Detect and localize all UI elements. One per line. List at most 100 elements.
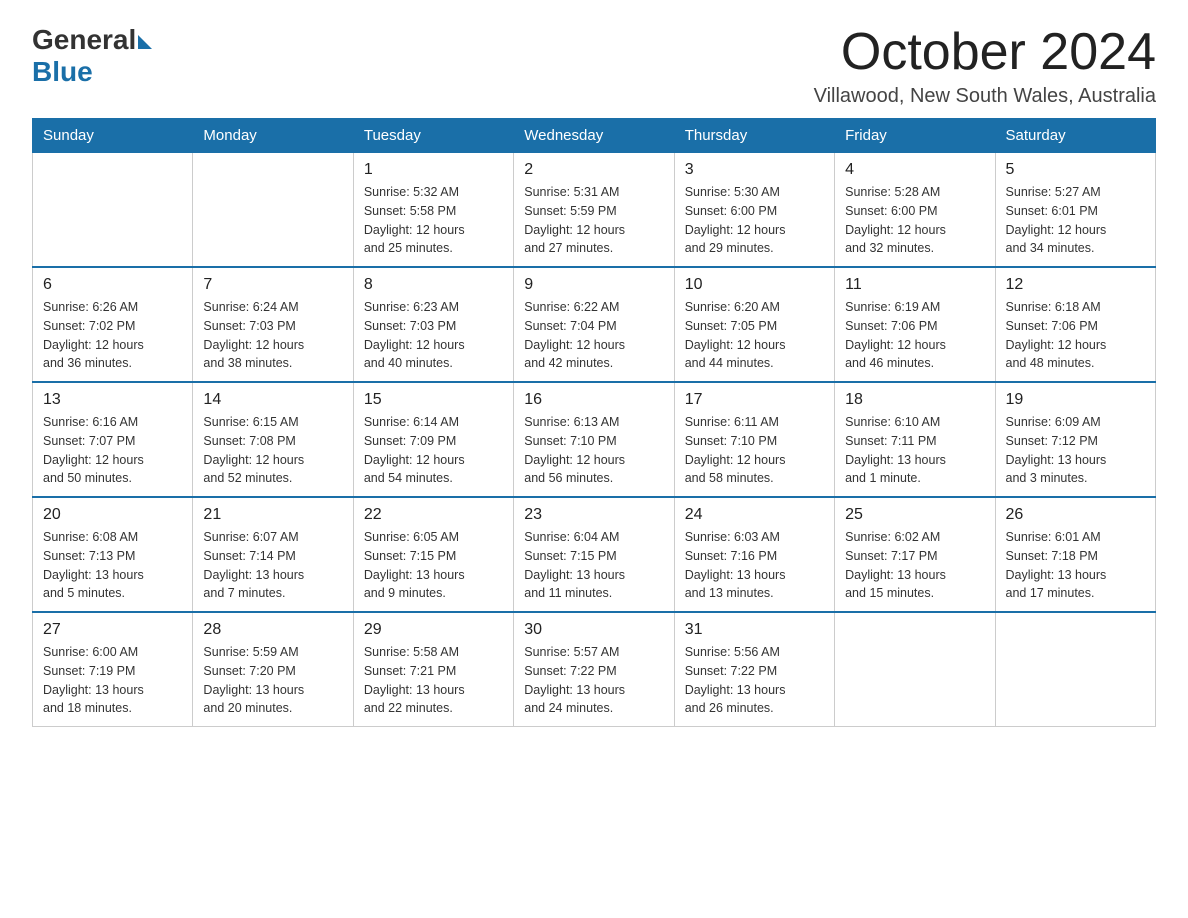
day-number: 19	[1006, 391, 1145, 409]
day-cell: 22 Sunrise: 6:05 AM Sunset: 7:15 PM Dayli…	[353, 497, 513, 612]
day-cell: 1Sunrise: 5:32 AM Sunset: 5:58 PM Daylig…	[353, 153, 513, 268]
day-number: 27	[43, 621, 182, 639]
day-number: 30	[524, 621, 663, 639]
day-cell: 20 Sunrise: 6:08 AM Sunset: 7:13 PM Dayli…	[33, 497, 193, 612]
day-number: 9	[524, 276, 663, 294]
day-info: Sunrise: 6:23 AM Sunset: 7:03 PM Dayligh…	[364, 298, 503, 373]
day-cell: 28 Sunrise: 5:59 AM Sunset: 7:20 PM Dayli…	[193, 612, 353, 727]
header-thursday: Thursday	[674, 119, 834, 153]
day-cell: 12 Sunrise: 6:18 AM Sunset: 7:06 PM Dayli…	[995, 267, 1155, 382]
page-header: General Blue October 2024 Villawood, New…	[32, 24, 1156, 108]
day-cell: 14 Sunrise: 6:15 AM Sunset: 7:08 PM Dayli…	[193, 382, 353, 497]
day-cell: 26 Sunrise: 6:01 AM Sunset: 7:18 PM Dayli…	[995, 497, 1155, 612]
day-cell: 30Sunrise: 5:57 AM Sunset: 7:22 PM Dayli…	[514, 612, 674, 727]
day-info: Sunrise: 5:28 AM Sunset: 6:00 PM Dayligh…	[845, 183, 984, 258]
day-cell	[995, 612, 1155, 727]
day-cell: 29 Sunrise: 5:58 AM Sunset: 7:21 PM Dayli…	[353, 612, 513, 727]
logo-blue-text: Blue	[32, 56, 152, 88]
logo: General Blue	[32, 24, 152, 88]
day-cell: 2 Sunrise: 5:31 AM Sunset: 5:59 PM Daylig…	[514, 153, 674, 268]
header-saturday: Saturday	[995, 119, 1155, 153]
header-friday: Friday	[835, 119, 995, 153]
day-info: Sunrise: 6:13 AM Sunset: 7:10 PM Dayligh…	[524, 413, 663, 488]
day-cell: 7Sunrise: 6:24 AM Sunset: 7:03 PM Daylig…	[193, 267, 353, 382]
day-number: 14	[203, 391, 342, 409]
day-info: Sunrise: 6:14 AM Sunset: 7:09 PM Dayligh…	[364, 413, 503, 488]
day-number: 21	[203, 506, 342, 524]
day-info: Sunrise: 6:11 AM Sunset: 7:10 PM Dayligh…	[685, 413, 824, 488]
day-number: 29	[364, 621, 503, 639]
day-cell: 3 Sunrise: 5:30 AM Sunset: 6:00 PM Daylig…	[674, 153, 834, 268]
day-cell: 24 Sunrise: 6:03 AM Sunset: 7:16 PM Dayli…	[674, 497, 834, 612]
day-cell: 9 Sunrise: 6:22 AM Sunset: 7:04 PM Daylig…	[514, 267, 674, 382]
day-cell	[33, 153, 193, 268]
day-info: Sunrise: 6:15 AM Sunset: 7:08 PM Dayligh…	[203, 413, 342, 488]
day-number: 17	[685, 391, 824, 409]
day-info: Sunrise: 5:27 AM Sunset: 6:01 PM Dayligh…	[1006, 183, 1145, 258]
day-cell: 27 Sunrise: 6:00 AM Sunset: 7:19 PM Dayli…	[33, 612, 193, 727]
day-info: Sunrise: 6:05 AM Sunset: 7:15 PM Dayligh…	[364, 528, 503, 603]
day-number: 15	[364, 391, 503, 409]
day-info: Sunrise: 6:03 AM Sunset: 7:16 PM Dayligh…	[685, 528, 824, 603]
day-cell	[835, 612, 995, 727]
day-cell: 21 Sunrise: 6:07 AM Sunset: 7:14 PM Dayli…	[193, 497, 353, 612]
day-cell	[193, 153, 353, 268]
day-info: Sunrise: 6:22 AM Sunset: 7:04 PM Dayligh…	[524, 298, 663, 373]
day-number: 3	[685, 161, 824, 179]
day-number: 25	[845, 506, 984, 524]
week-row-3: 13 Sunrise: 6:16 AM Sunset: 7:07 PM Dayli…	[33, 382, 1156, 497]
day-info: Sunrise: 6:07 AM Sunset: 7:14 PM Dayligh…	[203, 528, 342, 603]
day-cell: 18 Sunrise: 6:10 AM Sunset: 7:11 PM Dayli…	[835, 382, 995, 497]
day-info: Sunrise: 6:01 AM Sunset: 7:18 PM Dayligh…	[1006, 528, 1145, 603]
day-info: Sunrise: 5:31 AM Sunset: 5:59 PM Dayligh…	[524, 183, 663, 258]
location-subtitle: Villawood, New South Wales, Australia	[814, 85, 1156, 108]
day-number: 28	[203, 621, 342, 639]
day-info: Sunrise: 6:10 AM Sunset: 7:11 PM Dayligh…	[845, 413, 984, 488]
day-cell: 10Sunrise: 6:20 AM Sunset: 7:05 PM Dayli…	[674, 267, 834, 382]
day-number: 6	[43, 276, 182, 294]
week-row-5: 27 Sunrise: 6:00 AM Sunset: 7:19 PM Dayli…	[33, 612, 1156, 727]
day-number: 22	[364, 506, 503, 524]
day-number: 26	[1006, 506, 1145, 524]
calendar-header-row: SundayMondayTuesdayWednesdayThursdayFrid…	[33, 119, 1156, 153]
day-info: Sunrise: 6:02 AM Sunset: 7:17 PM Dayligh…	[845, 528, 984, 603]
day-number: 23	[524, 506, 663, 524]
day-number: 2	[524, 161, 663, 179]
day-number: 7	[203, 276, 342, 294]
day-number: 12	[1006, 276, 1145, 294]
day-cell: 11Sunrise: 6:19 AM Sunset: 7:06 PM Dayli…	[835, 267, 995, 382]
day-info: Sunrise: 5:56 AM Sunset: 7:22 PM Dayligh…	[685, 643, 824, 718]
day-cell: 15 Sunrise: 6:14 AM Sunset: 7:09 PM Dayli…	[353, 382, 513, 497]
day-info: Sunrise: 6:18 AM Sunset: 7:06 PM Dayligh…	[1006, 298, 1145, 373]
day-number: 24	[685, 506, 824, 524]
day-cell: 19 Sunrise: 6:09 AM Sunset: 7:12 PM Dayli…	[995, 382, 1155, 497]
day-cell: 23 Sunrise: 6:04 AM Sunset: 7:15 PM Dayli…	[514, 497, 674, 612]
day-info: Sunrise: 5:59 AM Sunset: 7:20 PM Dayligh…	[203, 643, 342, 718]
day-info: Sunrise: 6:09 AM Sunset: 7:12 PM Dayligh…	[1006, 413, 1145, 488]
day-cell: 31 Sunrise: 5:56 AM Sunset: 7:22 PM Dayli…	[674, 612, 834, 727]
day-cell: 6 Sunrise: 6:26 AM Sunset: 7:02 PM Daylig…	[33, 267, 193, 382]
day-info: Sunrise: 5:58 AM Sunset: 7:21 PM Dayligh…	[364, 643, 503, 718]
day-cell: 17 Sunrise: 6:11 AM Sunset: 7:10 PM Dayli…	[674, 382, 834, 497]
day-info: Sunrise: 6:00 AM Sunset: 7:19 PM Dayligh…	[43, 643, 182, 718]
day-cell: 4Sunrise: 5:28 AM Sunset: 6:00 PM Daylig…	[835, 153, 995, 268]
day-number: 18	[845, 391, 984, 409]
day-cell: 8Sunrise: 6:23 AM Sunset: 7:03 PM Daylig…	[353, 267, 513, 382]
day-info: Sunrise: 6:04 AM Sunset: 7:15 PM Dayligh…	[524, 528, 663, 603]
day-number: 13	[43, 391, 182, 409]
day-info: Sunrise: 5:30 AM Sunset: 6:00 PM Dayligh…	[685, 183, 824, 258]
day-number: 20	[43, 506, 182, 524]
week-row-4: 20 Sunrise: 6:08 AM Sunset: 7:13 PM Dayli…	[33, 497, 1156, 612]
day-cell: 13 Sunrise: 6:16 AM Sunset: 7:07 PM Dayli…	[33, 382, 193, 497]
day-info: Sunrise: 5:32 AM Sunset: 5:58 PM Dayligh…	[364, 183, 503, 258]
day-number: 16	[524, 391, 663, 409]
day-number: 31	[685, 621, 824, 639]
logo-general-text: General	[32, 24, 136, 56]
day-info: Sunrise: 6:08 AM Sunset: 7:13 PM Dayligh…	[43, 528, 182, 603]
week-row-1: 1Sunrise: 5:32 AM Sunset: 5:58 PM Daylig…	[33, 153, 1156, 268]
week-row-2: 6 Sunrise: 6:26 AM Sunset: 7:02 PM Daylig…	[33, 267, 1156, 382]
day-info: Sunrise: 6:19 AM Sunset: 7:06 PM Dayligh…	[845, 298, 984, 373]
day-info: Sunrise: 6:26 AM Sunset: 7:02 PM Dayligh…	[43, 298, 182, 373]
day-info: Sunrise: 6:16 AM Sunset: 7:07 PM Dayligh…	[43, 413, 182, 488]
calendar-table: SundayMondayTuesdayWednesdayThursdayFrid…	[32, 118, 1156, 727]
